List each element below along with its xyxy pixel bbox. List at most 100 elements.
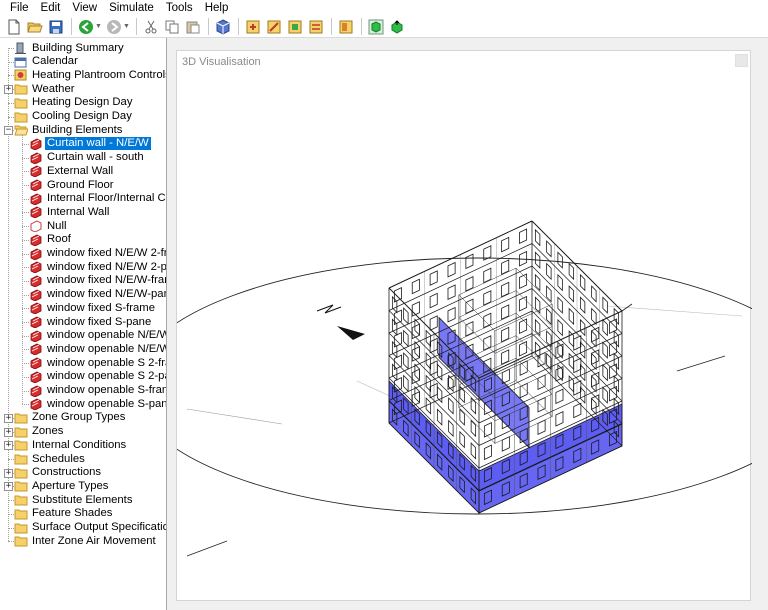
save-icon[interactable] [46, 17, 66, 37]
cut-icon[interactable] [141, 17, 161, 37]
tree-item[interactable]: window openable S-pane [29, 397, 166, 411]
back-dropdown-icon[interactable]: ▼ [95, 23, 102, 30]
window-frame [447, 261, 456, 278]
window-frame [537, 396, 546, 413]
tree-item[interactable]: Internal Floor/Internal Ceiling [29, 192, 166, 206]
expand-icon[interactable]: + [4, 468, 13, 478]
calendar-icon [14, 56, 27, 68]
tree-item[interactable]: Constructions [14, 466, 103, 480]
tree-item[interactable]: Zones [14, 425, 65, 439]
tree-item[interactable]: Feature Shades [14, 507, 114, 521]
tree-item[interactable]: Ground Floor [29, 178, 116, 192]
menu-edit[interactable]: Edit [35, 0, 67, 16]
tree-item[interactable]: window openable S-frame [29, 384, 166, 398]
tool-icon-5[interactable] [336, 17, 356, 37]
tree-item[interactable]: Cooling Design Day [14, 110, 134, 124]
collapse-icon[interactable]: − [4, 126, 13, 136]
open-icon[interactable] [25, 17, 45, 37]
tool-icon-3[interactable] [285, 17, 305, 37]
menu-tools[interactable]: Tools [160, 0, 199, 16]
tool-icon-2[interactable] [264, 17, 284, 37]
tree-item[interactable]: Surface Output Specifications [14, 521, 166, 535]
menu-simulate[interactable]: Simulate [103, 0, 160, 16]
tree-item[interactable]: Substitute Elements [14, 493, 134, 507]
tool-icon-4[interactable] [306, 17, 326, 37]
window-frame [429, 382, 438, 399]
tool-icon-6[interactable] [366, 17, 386, 37]
tree-item[interactable]: window fixed S-pane [29, 315, 153, 329]
tool-icon-7[interactable] [387, 17, 407, 37]
forward-icon[interactable] [104, 17, 124, 37]
compass-tick [676, 355, 726, 372]
copy-icon[interactable] [162, 17, 182, 37]
tree-item[interactable]: window fixed N/E/W-frame [29, 274, 166, 288]
tree-item[interactable]: Heating Plantroom Controls [14, 68, 166, 82]
compass-tick [186, 540, 228, 557]
tree-item[interactable]: Null [29, 219, 68, 233]
tree-item-label: window fixed N/E/W 2-pane [47, 260, 167, 273]
visualisation-viewport[interactable]: 3D Visualisation [176, 50, 752, 602]
window-frame [519, 340, 528, 357]
tree-item[interactable]: Heating Design Day [14, 96, 134, 110]
element-icon [29, 234, 42, 247]
tree-item[interactable]: window fixed N/E/W-pane [29, 288, 166, 302]
tree-item[interactable]: window fixed S-frame [29, 301, 157, 315]
building-3d-model[interactable] [177, 51, 752, 602]
tree-item[interactable]: Internal Wall [29, 205, 111, 219]
expand-icon[interactable]: + [4, 85, 13, 95]
window-frame [602, 386, 608, 404]
tree-item[interactable]: window openable N/E/W-pan [29, 342, 166, 356]
window-frame [403, 307, 409, 325]
toolbar-separator [330, 18, 332, 35]
tree-item[interactable]: Schedules [14, 452, 87, 466]
expand-icon[interactable]: + [4, 413, 13, 423]
tree-item[interactable]: window openable S 2-pane [29, 370, 166, 384]
tree-guide [22, 157, 29, 159]
tree-item-label: External Wall [47, 164, 114, 177]
toolbar-separator [135, 18, 137, 35]
paste-icon[interactable] [183, 17, 203, 37]
tree-item[interactable]: External Wall [29, 164, 115, 178]
new-icon[interactable] [4, 17, 24, 37]
tree-item[interactable]: Curtain wall - south [29, 151, 146, 165]
tree-item[interactable]: window openable N/E/W-fran [29, 329, 166, 343]
window-frame [519, 318, 528, 334]
window-frame [602, 318, 608, 337]
expand-icon[interactable]: + [4, 441, 13, 451]
tree-item[interactable]: Internal Conditions [14, 438, 128, 452]
tool-icon-1[interactable] [243, 17, 263, 37]
tree-item[interactable]: Zone Group Types [14, 411, 127, 425]
tree-item[interactable]: Calendar [14, 55, 80, 69]
expand-icon[interactable]: + [4, 427, 13, 437]
menu-view[interactable]: View [66, 0, 103, 16]
navigator-tree[interactable]: Building Summary Calendar Heating Plantroo… [0, 38, 167, 610]
window-frame [555, 388, 564, 405]
tree-guide [22, 308, 29, 310]
tree-item[interactable]: Curtain wall - N/E/W [29, 137, 151, 151]
window-frame [537, 351, 546, 368]
tree-item[interactable]: window fixed N/E/W 2-frame [29, 247, 166, 261]
window-frame [602, 296, 608, 314]
wire-line [494, 303, 553, 332]
window-frame [501, 236, 510, 253]
expand-icon[interactable]: + [4, 482, 13, 492]
tree-item[interactable]: window openable S 2-frame [29, 356, 166, 370]
menu-help[interactable]: Help [199, 0, 235, 16]
tree-item[interactable]: Inter Zone Air Movement [14, 534, 158, 548]
forward-dropdown-icon[interactable]: ▼ [123, 23, 130, 30]
window-frame [613, 330, 620, 348]
tree-item[interactable]: Weather [14, 82, 77, 96]
tree-item[interactable]: Aperture Types [14, 479, 110, 493]
tree-item[interactable]: Building Elements [14, 123, 124, 137]
tree-item-label: Substitute Elements [32, 493, 133, 506]
back-icon[interactable] [76, 17, 96, 37]
globe-icon[interactable] [213, 17, 233, 37]
tree-item[interactable]: window fixed N/E/W 2-pane [29, 260, 167, 274]
tree-item[interactable]: Building Summary [14, 41, 126, 55]
building-icon [14, 42, 27, 54]
menu-file[interactable]: File [4, 0, 35, 16]
tree-item[interactable]: Roof [29, 233, 73, 247]
ground-grid-line [186, 408, 283, 425]
tree-item-label: Internal Conditions [32, 438, 127, 451]
element-icon [29, 316, 42, 329]
